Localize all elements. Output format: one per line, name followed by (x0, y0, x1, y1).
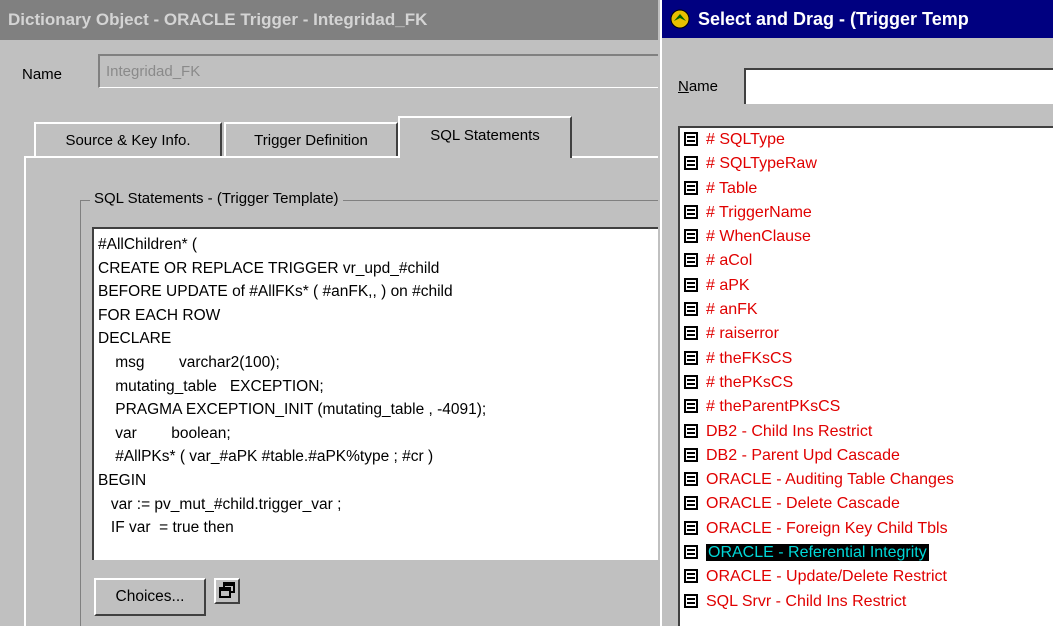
sql-line: #AllChildren* ( (98, 236, 198, 253)
choices-button[interactable]: Choices... (94, 578, 206, 616)
list-item[interactable]: ORACLE - Update/Delete Restrict (680, 565, 1053, 589)
select-and-drag-window: Select and Drag - (Trigger Temp Name # S… (660, 0, 1053, 626)
list-item-label: ORACLE - Delete Cascade (706, 495, 900, 513)
name-search-input[interactable] (744, 68, 1053, 104)
list-item[interactable]: # TriggerName (680, 201, 1053, 225)
dictionary-object-window: Dictionary Object - ORACLE Trigger - Int… (0, 0, 658, 626)
tab-sql-statements[interactable]: SQL Statements (398, 116, 572, 158)
template-icon (684, 277, 698, 292)
list-item[interactable]: DB2 - Child Ins Restrict (680, 420, 1053, 444)
sql-line: var boolean; (98, 424, 231, 442)
list-item[interactable]: # aCol (680, 249, 1053, 273)
list-item-label: # SQLType (706, 131, 785, 148)
list-item[interactable]: SQL Srvr - Child Ins Restrict (680, 590, 1053, 614)
list-item[interactable]: # theParentPKsCS (680, 395, 1053, 419)
list-item-label: DB2 - Child Ins Restrict (706, 422, 873, 440)
template-icon (684, 399, 698, 414)
template-list[interactable]: # SQLType # SQLTypeRaw # Table # TriggerNam… (678, 126, 1053, 626)
window-title-bar[interactable]: Dictionary Object - ORACLE Trigger - Int… (0, 0, 658, 40)
list-item-label: # WhenClause (706, 228, 811, 246)
template-icon (684, 593, 698, 608)
template-icon (684, 229, 698, 244)
name-label-rest: ame (688, 78, 719, 95)
template-icon (684, 350, 698, 365)
template-icon (684, 253, 698, 268)
list-item[interactable]: # SQLType (680, 128, 1053, 152)
list-item-label: # aCol (706, 252, 753, 270)
tab-source-key-info[interactable]: Source & Key Info. (34, 122, 222, 156)
sql-line: FOR EACH ROW (98, 306, 221, 324)
list-item[interactable]: DB2 - Parent Upd Cascade (680, 444, 1053, 468)
list-item-label: # anFK (706, 301, 758, 319)
sql-line: BEFORE UPDATE of #AllFKs* ( #anFK,, ) on… (98, 283, 453, 301)
list-item[interactable]: # theFKsCS (680, 347, 1053, 371)
sql-line: #AllPKs* ( var_#aPK #table.#aPK%type ; #… (98, 448, 434, 466)
sql-line: CREATE OR REPLACE TRIGGER vr_upd_#child (98, 259, 440, 277)
list-item-label: ORACLE - Referential Integrity (705, 543, 930, 563)
list-item-label: SQL Srvr - Child Ins Restrict (706, 592, 907, 610)
restore-button[interactable] (214, 578, 240, 604)
sql-line: mutating_table EXCEPTION; (98, 377, 324, 395)
list-item-label: ORACLE - Auditing Table Changes (706, 471, 954, 489)
template-icon (684, 472, 698, 487)
tab-trigger-definition[interactable]: Trigger Definition (224, 122, 398, 156)
template-icon (684, 496, 698, 511)
list-item[interactable]: # raiserror (680, 322, 1053, 346)
list-item-label: # TriggerName (706, 203, 812, 221)
list-item[interactable]: # anFK (680, 298, 1053, 322)
name-label: Name (22, 66, 63, 83)
list-item-label: DB2 - Parent Upd Cascade (706, 446, 900, 464)
list-item[interactable]: ORACLE - Referential Integrity (680, 541, 1053, 565)
name-label: Name (678, 78, 718, 95)
sql-line: IF var = true then (98, 519, 234, 537)
template-icon (684, 302, 698, 317)
list-item-label: # theFKsCS (706, 349, 793, 367)
list-item[interactable]: # aPK (680, 274, 1053, 298)
list-item[interactable]: # WhenClause (680, 225, 1053, 249)
sql-line: var := pv_mut_#child.trigger_var ; (98, 495, 342, 513)
list-item-label: # SQLTypeRaw (706, 155, 817, 173)
list-item[interactable]: # thePKsCS (680, 371, 1053, 395)
template-icon (684, 545, 698, 560)
sql-line: msg varchar2(100); (98, 353, 280, 371)
list-item-label: # theParentPKsCS (706, 398, 841, 416)
template-icon (684, 447, 698, 462)
list-item[interactable]: ORACLE - Auditing Table Changes (680, 468, 1053, 492)
sql-line: PRAGMA EXCEPTION_INIT (mutating_table , … (98, 401, 487, 419)
name-label-hotkey: N (678, 78, 689, 95)
list-item[interactable]: # Table (680, 177, 1053, 201)
sql-line: BEGIN (98, 471, 147, 489)
list-item[interactable]: ORACLE - Delete Cascade (680, 492, 1053, 516)
app-icon (670, 9, 690, 29)
template-icon (684, 180, 698, 195)
list-item-label: # thePKsCS (706, 373, 794, 391)
name-field: Integridad_FK (98, 54, 658, 88)
template-icon (684, 156, 698, 171)
list-item[interactable]: ORACLE - Foreign Key Child Tbls (680, 517, 1053, 541)
list-item-label: # aPK (706, 276, 750, 294)
list-item[interactable]: # SQLTypeRaw (680, 152, 1053, 176)
template-icon (684, 374, 698, 389)
window-title: Select and Drag - (Trigger Temp (698, 9, 969, 29)
template-icon (684, 423, 698, 438)
list-item-label: ORACLE - Foreign Key Child Tbls (706, 519, 948, 537)
template-icon (684, 326, 698, 341)
sql-editor[interactable]: #AllChildren* ( CREATE OR REPLACE TRIGGER… (92, 227, 658, 560)
template-icon (684, 520, 698, 535)
window-title-bar[interactable]: Select and Drag - (Trigger Temp (662, 0, 1053, 38)
template-icon (684, 204, 698, 219)
restore-icon (219, 582, 235, 598)
group-label: SQL Statements - (Trigger Template) (90, 190, 343, 207)
template-icon (684, 569, 698, 584)
list-item-label: # Table (706, 179, 758, 197)
list-item-label: # raiserror (706, 325, 779, 343)
list-item-label: ORACLE - Update/Delete Restrict (706, 568, 947, 586)
template-icon (684, 132, 698, 146)
sql-line: DECLARE (98, 330, 172, 348)
